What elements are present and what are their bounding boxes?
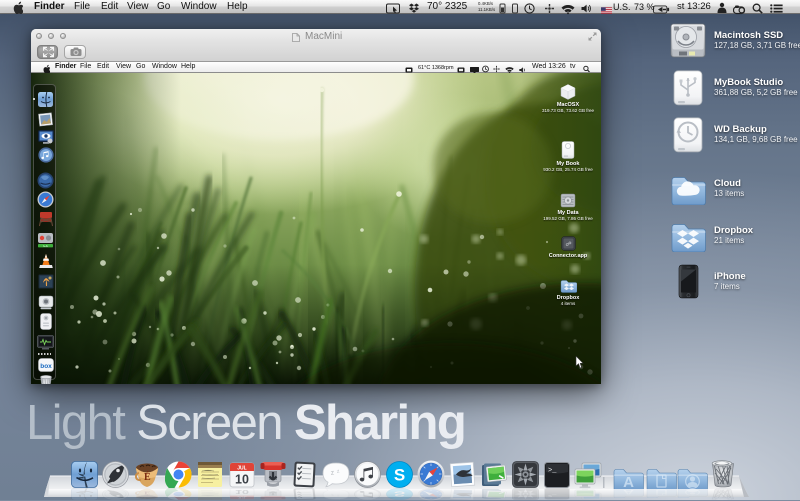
svg-text:I+A: I+A <box>43 244 48 248</box>
svg-text:JUL: JUL <box>237 496 247 499</box>
svg-text:A: A <box>623 474 634 489</box>
svg-text:box: box <box>40 363 52 370</box>
svg-text:JUL: JUL <box>237 466 246 472</box>
svg-text:>_: >_ <box>548 467 557 475</box>
svg-text:É: É <box>144 471 151 483</box>
svg-text:S: S <box>393 466 404 485</box>
svg-text:É: É <box>144 490 151 496</box>
svg-text:☍: ☍ <box>565 241 571 248</box>
svg-text:A: A <box>623 489 635 496</box>
svg-text:10: 10 <box>235 473 249 487</box>
svg-text:S: S <box>393 490 405 499</box>
svg-text:>_: >_ <box>548 494 557 498</box>
svg-text:10: 10 <box>235 488 249 494</box>
